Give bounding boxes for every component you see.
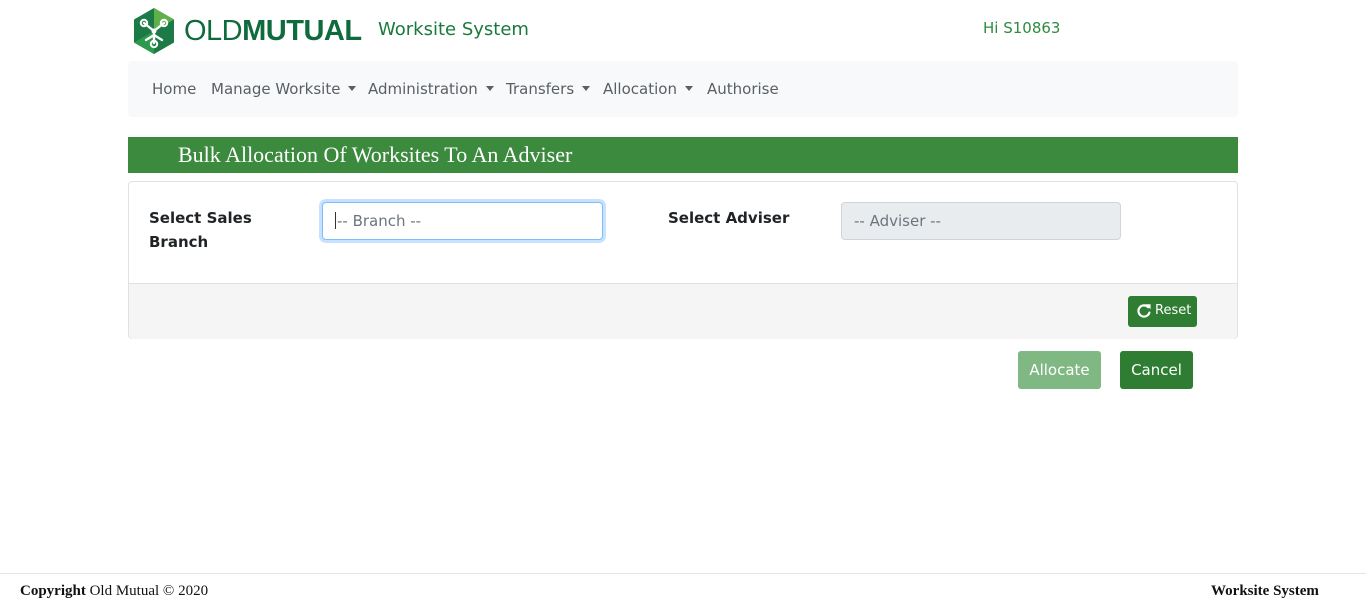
text-cursor xyxy=(335,212,336,229)
adviser-label: Select Adviser xyxy=(668,209,790,227)
brand-name: OLDMUTUAL xyxy=(184,14,362,48)
form-card-footer: Reset xyxy=(129,283,1237,339)
allocate-button[interactable]: Allocate xyxy=(1018,351,1101,389)
copyright-rest: Old Mutual © 2020 xyxy=(89,583,209,599)
page-title-banner: Bulk Allocation Of Worksites To An Advis… xyxy=(128,137,1238,173)
cancel-button[interactable]: Cancel xyxy=(1120,351,1193,389)
caret-down-icon xyxy=(582,86,591,91)
copyright-text: Copyright Old Mutual © 2020 xyxy=(20,583,208,600)
nav-authorise-label: Authorise xyxy=(707,80,779,98)
branch-label: Select Sales Branch xyxy=(149,206,252,254)
reset-button[interactable]: Reset xyxy=(1128,296,1197,327)
page-footer: Copyright Old Mutual © 2020 Worksite Sys… xyxy=(0,573,1366,614)
nav-home-label: Home xyxy=(152,80,197,98)
brand-name-part1: OLD xyxy=(184,15,243,47)
nav-transfers-label: Transfers xyxy=(506,80,575,98)
nav-manage-worksite-label: Manage Worksite xyxy=(211,80,341,98)
nav-allocation[interactable]: Allocation xyxy=(603,80,693,98)
nav-manage-worksite[interactable]: Manage Worksite xyxy=(211,80,357,98)
nav-administration-label: Administration xyxy=(368,80,478,98)
refresh-icon xyxy=(1137,304,1151,318)
main-navbar: Home Manage Worksite Administration Tran… xyxy=(128,61,1238,117)
old-mutual-logo[interactable] xyxy=(130,7,178,55)
adviser-select[interactable]: -- Adviser -- xyxy=(841,202,1121,240)
copyright-word: Copyright xyxy=(20,583,86,599)
caret-down-icon xyxy=(348,86,357,91)
header: OLDMUTUAL Worksite System Hi S10863 xyxy=(128,0,1238,60)
caret-down-icon xyxy=(684,86,693,91)
caret-down-icon xyxy=(485,86,494,91)
footer-system-name: Worksite System xyxy=(1211,583,1319,599)
branch-label-line1: Select Sales xyxy=(149,209,252,227)
nav-administration[interactable]: Administration xyxy=(368,80,494,98)
branch-placeholder: -- Branch -- xyxy=(337,212,422,230)
user-greeting: Hi S10863 xyxy=(983,19,1061,37)
nav-transfers[interactable]: Transfers xyxy=(506,80,591,98)
nav-home[interactable]: Home xyxy=(152,80,196,98)
page-title: Bulk Allocation Of Worksites To An Advis… xyxy=(178,142,573,167)
nav-allocation-label: Allocation xyxy=(603,80,677,98)
nav-authorise[interactable]: Authorise xyxy=(707,80,779,98)
app-title: Worksite System xyxy=(378,19,529,40)
reset-label: Reset xyxy=(1155,303,1192,318)
allocation-form-card: Select Sales Branch -- Branch -- Select … xyxy=(128,181,1238,339)
branch-label-line2: Branch xyxy=(149,233,209,251)
brand-name-part2: MUTUAL xyxy=(242,15,362,47)
branch-select[interactable]: -- Branch -- xyxy=(322,202,603,240)
adviser-placeholder: -- Adviser -- xyxy=(854,212,941,230)
